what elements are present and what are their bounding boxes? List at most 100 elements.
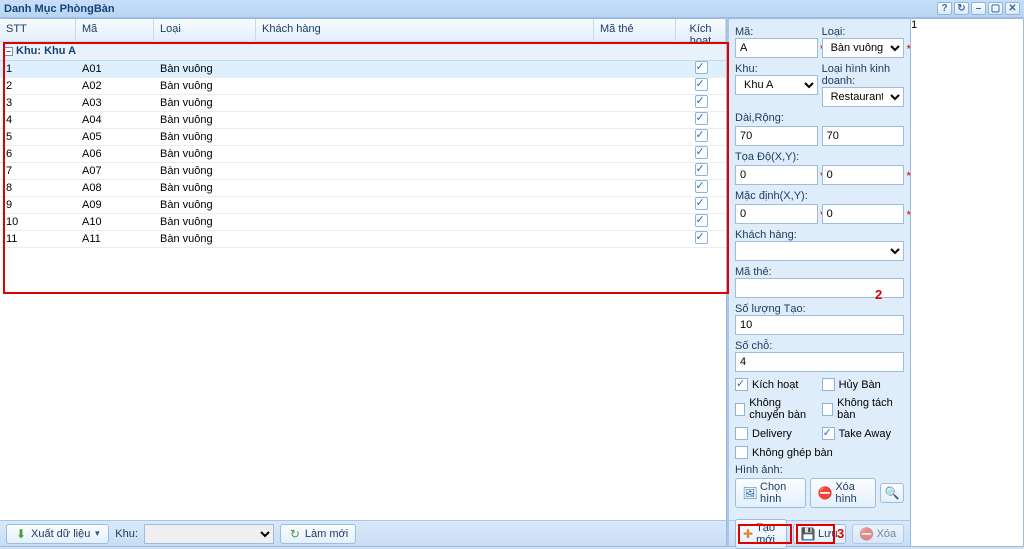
- row-checkbox[interactable]: [695, 231, 708, 244]
- lhkd-select[interactable]: Restaurant | Coffee | Bar: [822, 87, 905, 107]
- cell-stt: 7: [0, 164, 76, 178]
- cell-ma: A07: [76, 164, 154, 178]
- khu-form-select[interactable]: Khu A: [735, 75, 818, 95]
- cell-kh: [256, 204, 594, 206]
- rong-input[interactable]: [822, 126, 905, 146]
- col-stt[interactable]: STT: [0, 19, 76, 41]
- kochuyenban-checkbox[interactable]: [735, 403, 745, 416]
- kh-form-select[interactable]: [735, 241, 904, 261]
- cell-kh: [256, 170, 594, 172]
- group-row[interactable]: – Khu: Khu A: [0, 42, 726, 61]
- huyban-text: Hủy Bàn: [839, 379, 881, 391]
- cell-loai: Bàn vuông: [154, 96, 256, 110]
- maximize-button[interactable]: ▢: [988, 2, 1003, 15]
- md-y-input[interactable]: [822, 204, 905, 224]
- cell-kh: [256, 85, 594, 87]
- delete-icon: ⛔: [860, 527, 874, 541]
- row-checkbox[interactable]: [695, 129, 708, 142]
- koghepban-checkbox[interactable]: [735, 446, 748, 459]
- row-checkbox[interactable]: [695, 112, 708, 125]
- cell-ma: A06: [76, 147, 154, 161]
- table-row[interactable]: 6A06Bàn vuông: [0, 146, 726, 163]
- table-row[interactable]: 7A07Bàn vuông: [0, 163, 726, 180]
- window-title: Danh Mục PhòngBàn: [4, 3, 937, 15]
- col-khachhang[interactable]: Khách hàng: [256, 19, 594, 41]
- luu-button[interactable]: 💾 Lưu: [793, 524, 846, 544]
- refresh-window-button[interactable]: ↻: [954, 2, 969, 15]
- col-mathe[interactable]: Mã thẻ: [594, 19, 676, 41]
- row-checkbox[interactable]: [695, 197, 708, 210]
- table-row[interactable]: 11A11Bàn vuông: [0, 231, 726, 248]
- table-row[interactable]: 3A03Bàn vuông: [0, 95, 726, 112]
- khu-select[interactable]: [144, 524, 274, 544]
- kichhoat-checkbox[interactable]: [735, 378, 748, 391]
- table-row[interactable]: 4A04Bàn vuông: [0, 112, 726, 129]
- export-button[interactable]: ⬇ Xuất dữ liệu ▼: [6, 524, 109, 544]
- magnifier-icon: 🔍: [885, 486, 899, 500]
- cell-loai: Bàn vuông: [154, 215, 256, 229]
- cell-loai: Bàn vuông: [154, 147, 256, 161]
- cell-mathe: [594, 238, 676, 240]
- table-row[interactable]: 5A05Bàn vuông: [0, 129, 726, 146]
- kh-form-label: Khách hàng:: [735, 229, 904, 241]
- cell-kh: [256, 153, 594, 155]
- row-checkbox[interactable]: [695, 61, 708, 74]
- table-row[interactable]: 8A08Bàn vuông: [0, 180, 726, 197]
- cell-kh: [256, 187, 594, 189]
- cell-stt: 3: [0, 96, 76, 110]
- kotachban-checkbox[interactable]: [822, 403, 834, 416]
- cell-kichhoat: [676, 179, 726, 197]
- md-x-input[interactable]: [735, 204, 818, 224]
- table-row[interactable]: 2A02Bàn vuông: [0, 78, 726, 95]
- col-loai[interactable]: Loại: [154, 19, 256, 41]
- minimize-button[interactable]: –: [971, 2, 986, 15]
- cell-stt: 6: [0, 147, 76, 161]
- table-row[interactable]: 10A10Bàn vuông: [0, 214, 726, 231]
- ma-input[interactable]: [735, 38, 818, 58]
- cell-kh: [256, 136, 594, 138]
- cell-stt: 9: [0, 198, 76, 212]
- col-kichhoat[interactable]: Kích hoạt: [676, 19, 726, 41]
- grid-pane: STT Mã Loại Khách hàng Mã thẻ Kích hoạt …: [0, 18, 727, 547]
- chonhinh-button[interactable]: 🖼 Chọn hình: [735, 478, 806, 508]
- toado-x-input[interactable]: [735, 165, 818, 185]
- xoahinh-button[interactable]: ⛔ Xóa hình: [810, 478, 876, 508]
- cell-kichhoat: [676, 145, 726, 163]
- dai-input[interactable]: [735, 126, 818, 146]
- row-checkbox[interactable]: [695, 95, 708, 108]
- takeaway-checkbox[interactable]: [822, 427, 835, 440]
- loai-select[interactable]: Bàn vuông: [822, 38, 905, 58]
- taomoi-button[interactable]: ✚ Tạo mới: [735, 519, 787, 549]
- row-checkbox[interactable]: [695, 163, 708, 176]
- cell-ma: A10: [76, 215, 154, 229]
- cell-mathe: [594, 153, 676, 155]
- xoa-button[interactable]: ⛔ Xóa: [852, 524, 905, 544]
- row-checkbox[interactable]: [695, 180, 708, 193]
- cell-ma: A03: [76, 96, 154, 110]
- right-footer: ✚ Tạo mới 💾 Lưu ⛔ Xóa: [729, 520, 910, 546]
- close-button[interactable]: ✕: [1005, 2, 1020, 15]
- socho-input[interactable]: [735, 352, 904, 372]
- help-button[interactable]: ?: [937, 2, 952, 15]
- form-pane: Mã: Loại: Bàn vuông Khu: Khu A Loại hình…: [727, 18, 911, 547]
- row-checkbox[interactable]: [695, 214, 708, 227]
- table-row[interactable]: 9A09Bàn vuông: [0, 197, 726, 214]
- cell-ma: A02: [76, 79, 154, 93]
- chonhinh-label: Chọn hình: [760, 481, 798, 505]
- huyban-checkbox[interactable]: [822, 378, 835, 391]
- col-ma[interactable]: Mã: [76, 19, 154, 41]
- cell-loai: Bàn vuông: [154, 198, 256, 212]
- zoom-button[interactable]: 🔍: [880, 483, 904, 503]
- row-checkbox[interactable]: [695, 78, 708, 91]
- table-row[interactable]: 1A01Bàn vuông: [0, 61, 726, 78]
- refresh-button[interactable]: ↻ Làm mới: [280, 524, 356, 544]
- kochuyenban-text: Không chuyển bàn: [749, 397, 817, 421]
- collapse-icon[interactable]: –: [4, 47, 13, 56]
- soluong-input[interactable]: [735, 315, 904, 335]
- cell-mathe: [594, 85, 676, 87]
- mathe-input[interactable]: [735, 278, 904, 298]
- toado-y-input[interactable]: [822, 165, 905, 185]
- row-checkbox[interactable]: [695, 146, 708, 159]
- cell-mathe: [594, 119, 676, 121]
- delivery-checkbox[interactable]: [735, 427, 748, 440]
